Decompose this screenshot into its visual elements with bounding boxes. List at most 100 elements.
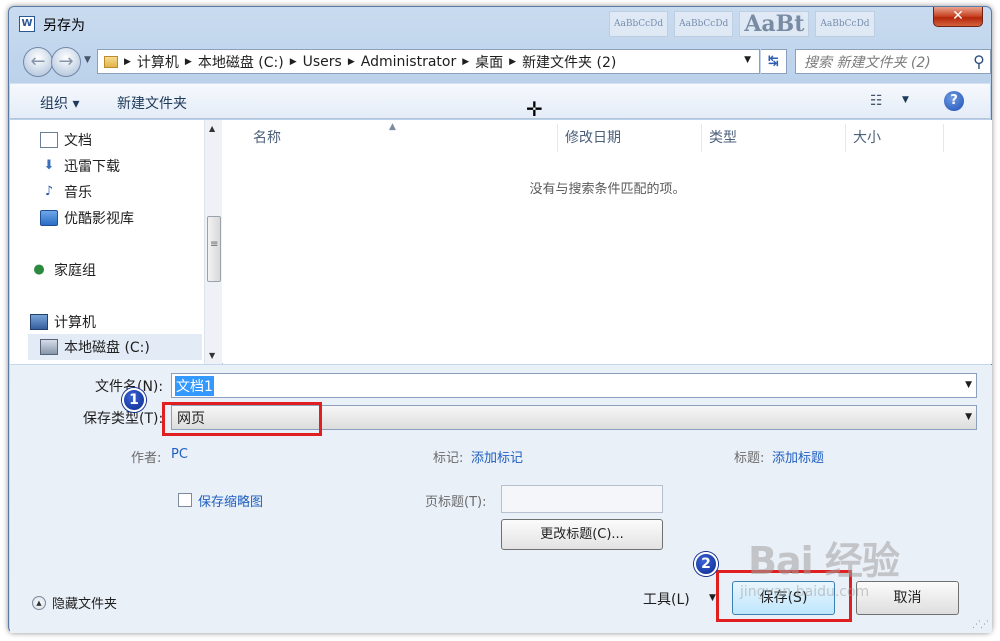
sidebar-item-label: 音乐 bbox=[64, 185, 92, 201]
save-thumbnail-checkbox[interactable] bbox=[178, 493, 192, 507]
watermark-url: jingyan.baidu.com bbox=[740, 584, 870, 600]
tags-label: 标记: bbox=[433, 451, 464, 466]
breadcrumb-desktop[interactable]: 桌面 bbox=[475, 52, 503, 72]
chevron-down-icon[interactable]: ▼ bbox=[709, 593, 716, 603]
highlight-box-type bbox=[162, 402, 322, 436]
step-badge-1: 1 bbox=[122, 388, 146, 412]
chevron-down-icon[interactable]: ▼ bbox=[965, 380, 972, 390]
video-library-icon bbox=[40, 210, 58, 226]
save-type-label: 保存类型(T): bbox=[83, 411, 164, 427]
music-icon: ♪ bbox=[44, 184, 54, 199]
chevron-up-icon: ▲ bbox=[32, 595, 46, 610]
refresh-icon: ↹ bbox=[768, 54, 779, 69]
baidu-watermark: Bai 经验 jingyan.baidu.com bbox=[740, 530, 960, 610]
recent-locations-chevron-icon[interactable]: ▼ bbox=[84, 55, 91, 65]
add-title-link[interactable]: 添加标题 bbox=[772, 447, 824, 466]
breadcrumb-administrator[interactable]: Administrator bbox=[361, 54, 456, 70]
sidebar-item-music[interactable]: ♪ 音乐 bbox=[40, 182, 92, 202]
author-value[interactable]: PC bbox=[171, 447, 188, 462]
close-button[interactable]: ✕ bbox=[933, 7, 983, 27]
sort-ascending-icon: ▲ bbox=[389, 122, 396, 132]
save-thumbnail-label[interactable]: 保存缩略图 bbox=[198, 491, 263, 510]
filename-field[interactable]: 文档1 ▼ bbox=[171, 373, 977, 398]
help-icon[interactable]: ? bbox=[944, 91, 964, 111]
tools-menu-button[interactable]: 工具(L) bbox=[643, 589, 690, 609]
chevron-right-icon[interactable]: ▶ bbox=[290, 57, 297, 67]
chevron-right-icon[interactable]: ▶ bbox=[509, 57, 516, 67]
sidebar-item-computer[interactable]: 计算机 bbox=[30, 312, 96, 332]
folder-icon bbox=[104, 55, 118, 68]
author-label: 作者: bbox=[131, 451, 162, 466]
sidebar-item-xunlei-downloads[interactable]: ⬇ 迅雷下载 bbox=[40, 156, 120, 176]
dialog-title: 另存为 bbox=[43, 18, 85, 34]
chevron-right-icon[interactable]: ▶ bbox=[185, 57, 192, 67]
forward-button[interactable]: → bbox=[51, 47, 81, 77]
breadcrumb-new-folder[interactable]: 新建文件夹 (2) bbox=[522, 52, 616, 72]
refresh-button[interactable]: ↹ bbox=[761, 49, 787, 74]
column-divider[interactable] bbox=[943, 124, 944, 152]
ribbon-background: AaBbCcDd AaBbCcDd AaBt AaBbCcDd bbox=[609, 11, 909, 37]
chevron-right-icon[interactable]: ▶ bbox=[348, 57, 355, 67]
download-icon: ⬇ bbox=[43, 158, 55, 173]
back-button[interactable]: ← bbox=[23, 47, 53, 77]
ribbon-style-4: AaBbCcDd bbox=[815, 11, 875, 37]
search-icon[interactable]: ⚲ bbox=[968, 52, 990, 71]
search-input[interactable]: 搜索 新建文件夹 (2) ⚲ bbox=[795, 49, 991, 74]
forward-arrow-icon: → bbox=[58, 51, 74, 72]
ribbon-style-1: AaBbCcDd bbox=[609, 11, 669, 37]
sidebar-item-local-disk[interactable]: 本地磁盘 (C:) bbox=[28, 334, 202, 360]
homegroup-icon: ● bbox=[33, 262, 45, 277]
hide-folders-toggle[interactable]: ▲ 隐藏文件夹 bbox=[32, 593, 117, 612]
close-icon: ✕ bbox=[952, 8, 964, 24]
column-header-date-modified[interactable]: 修改日期 bbox=[557, 120, 621, 156]
search-placeholder: 搜索 新建文件夹 (2) bbox=[804, 54, 931, 71]
sidebar-item-label: 家庭组 bbox=[54, 263, 96, 279]
sidebar-item-label: 计算机 bbox=[54, 315, 96, 331]
chevron-down-icon[interactable]: ▼ bbox=[965, 412, 972, 422]
title-bar[interactable]: W 另存为 AaBbCcDd AaBbCcDd AaBt AaBbCcDd ✕ bbox=[9, 7, 991, 39]
change-title-button[interactable]: 更改标题(C)... bbox=[501, 519, 663, 550]
sidebar-item-homegroup[interactable]: ● 家庭组 bbox=[30, 260, 96, 280]
navigation-pane: 文档 ⬇ 迅雷下载 ♪ 音乐 优酷影视库 ● 家庭组 计算机 本地磁盘 (C:)… bbox=[10, 120, 222, 364]
column-header-size[interactable]: 大小 bbox=[845, 120, 881, 156]
chevron-down-icon[interactable]: ▼ bbox=[744, 55, 751, 65]
column-header-type[interactable]: 类型 bbox=[701, 120, 737, 156]
empty-results-message: 没有与搜索条件匹配的项。 bbox=[529, 182, 686, 197]
document-icon bbox=[40, 132, 58, 148]
scroll-up-icon[interactable]: ▲ bbox=[209, 124, 215, 133]
sidebar-item-documents[interactable]: 文档 bbox=[40, 130, 92, 150]
command-toolbar: 组织 ▾ 新建文件夹 ☷ ▼ ? bbox=[10, 83, 990, 119]
address-bar[interactable]: ▶ 计算机 ▶ 本地磁盘 (C:) ▶ Users ▶ Administrato… bbox=[97, 49, 760, 74]
nav-scrollbar[interactable]: ▲ ▼ bbox=[204, 120, 222, 364]
column-header-name[interactable]: 名称 bbox=[245, 120, 281, 156]
breadcrumb-local-disk[interactable]: 本地磁盘 (C:) bbox=[198, 52, 284, 72]
sidebar-item-label: 迅雷下载 bbox=[64, 159, 120, 175]
sidebar-item-youku-library[interactable]: 优酷影视库 bbox=[40, 208, 134, 228]
page-title-field[interactable] bbox=[501, 485, 663, 513]
sidebar-item-label: 优酷影视库 bbox=[64, 211, 134, 227]
step-badge-2: 2 bbox=[694, 552, 718, 576]
back-arrow-icon: ← bbox=[30, 51, 46, 72]
scroll-down-icon[interactable]: ▼ bbox=[209, 351, 215, 360]
move-cursor-icon: ✛ bbox=[526, 97, 543, 121]
new-folder-button[interactable]: 新建文件夹 bbox=[117, 93, 187, 113]
computer-icon bbox=[30, 314, 48, 330]
hide-folders-label: 隐藏文件夹 bbox=[52, 597, 118, 612]
breadcrumb-users[interactable]: Users bbox=[303, 54, 342, 70]
file-list-pane: ▲ 名称 修改日期 类型 大小 没有与搜索条件匹配的项。 bbox=[223, 120, 992, 364]
browser-area: 文档 ⬇ 迅雷下载 ♪ 音乐 优酷影视库 ● 家庭组 计算机 本地磁盘 (C:)… bbox=[10, 120, 992, 364]
organize-menu-button[interactable]: 组织 ▾ bbox=[40, 93, 79, 113]
word-doc-icon: W bbox=[19, 16, 35, 32]
sidebar-item-label: 文档 bbox=[64, 133, 92, 149]
add-tags-link[interactable]: 添加标记 bbox=[471, 447, 523, 466]
view-options-icon[interactable]: ☷ bbox=[870, 93, 883, 109]
sidebar-item-label: 本地磁盘 (C:) bbox=[64, 340, 150, 356]
title-label: 标题: bbox=[734, 451, 765, 466]
breadcrumb-computer[interactable]: 计算机 bbox=[137, 52, 179, 72]
chevron-right-icon[interactable]: ▶ bbox=[462, 57, 469, 67]
chevron-right-icon[interactable]: ▶ bbox=[124, 57, 131, 67]
resize-grip-icon[interactable]: ⋰⋰ bbox=[972, 620, 989, 630]
scrollbar-thumb[interactable] bbox=[207, 216, 221, 282]
page-title-label: 页标题(T): bbox=[425, 495, 487, 510]
chevron-down-icon[interactable]: ▼ bbox=[902, 95, 909, 105]
